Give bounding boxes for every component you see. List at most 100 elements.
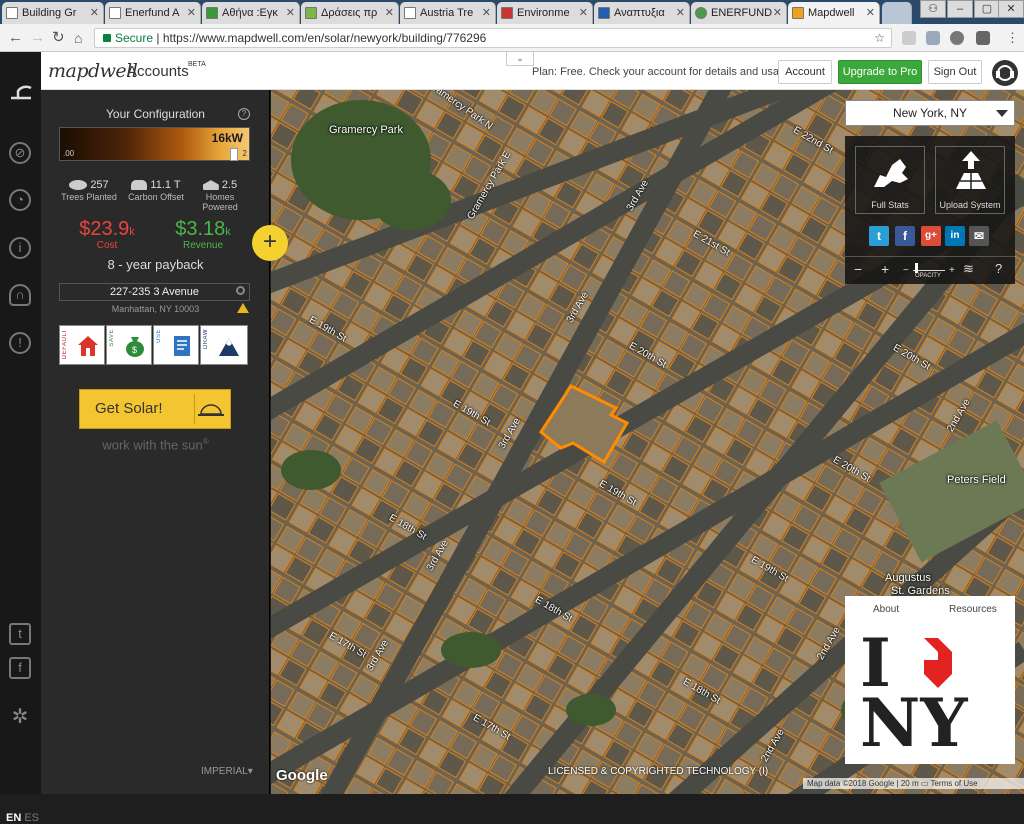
browser-tab-active[interactable]: Mapdwell ✕ <box>788 2 880 24</box>
cost-label: Cost <box>96 240 118 251</box>
revenue-label: Revenue <box>182 240 224 251</box>
revenue-unit: k <box>225 226 231 238</box>
extension-icon[interactable] <box>950 31 964 45</box>
tab-label: Building Gr <box>22 7 77 19</box>
get-solar-button[interactable]: Get Solar! <box>79 389 231 429</box>
mode-label: SAVE <box>109 329 115 347</box>
upload-system-button[interactable]: Upload System <box>935 146 1005 214</box>
browser-tab[interactable]: Αναπτυξια ✕ <box>594 2 690 24</box>
close-icon[interactable]: ✕ <box>385 6 394 19</box>
help-icon[interactable]: ? <box>995 261 1002 276</box>
opacity-controls: − + − OPACITY + ≋ ? <box>845 256 1015 284</box>
browser-tab[interactable]: ENERFUND ✕ <box>691 2 787 24</box>
slider-handle[interactable] <box>230 148 238 161</box>
close-icon[interactable]: ✕ <box>676 6 685 19</box>
google-plus-icon[interactable]: g+ <box>921 226 941 246</box>
browser-tab[interactable]: Austria Tre ✕ <box>400 2 496 24</box>
close-icon[interactable]: ✕ <box>866 6 875 19</box>
close-window-icon[interactable]: ✕ <box>998 0 1024 18</box>
mapdwell-logo[interactable]: mapdwell <box>48 60 138 82</box>
revenue-value: $3.18k <box>168 218 238 241</box>
units-select[interactable]: IMPERIAL▾ <box>201 766 253 777</box>
browser-tab[interactable]: Environme ✕ <box>497 2 593 24</box>
address-input[interactable]: 227-235 3 Avenue <box>59 283 250 301</box>
alert-icon[interactable]: ! <box>9 332 31 354</box>
extension-icon[interactable] <box>902 31 916 45</box>
browser-tab[interactable]: Αθήνα :Εγκ ✕ <box>202 2 300 24</box>
menu-icon[interactable]: ⋮ <box>1006 29 1019 47</box>
opacity-slider[interactable] <box>913 263 945 273</box>
back-icon[interactable]: ← <box>8 29 23 47</box>
about-link[interactable]: About <box>873 604 899 615</box>
close-icon[interactable]: ✕ <box>286 6 295 19</box>
sign-out-button[interactable]: Sign Out <box>928 60 982 84</box>
opacity-handle[interactable] <box>915 263 918 273</box>
solar-upload-icon <box>956 151 986 189</box>
twitter-icon[interactable]: t <box>869 226 889 246</box>
warning-icon[interactable] <box>237 303 249 313</box>
download-icon[interactable] <box>926 31 940 45</box>
extension-icon[interactable] <box>976 31 990 45</box>
linkedin-icon[interactable]: in <box>945 226 965 246</box>
trees-label: Trees Planted <box>61 192 117 202</box>
settings-icon[interactable]: ✲ <box>9 707 31 730</box>
cost-value: $23.9k <box>77 218 137 241</box>
reload-icon[interactable]: ↻ <box>52 29 65 47</box>
lang-es[interactable]: ES <box>24 812 39 824</box>
close-icon[interactable]: ✕ <box>187 6 196 19</box>
browser-tab[interactable]: Enerfund A ✕ <box>105 2 201 24</box>
search-icon[interactable] <box>236 286 245 295</box>
gauge-icon[interactable]: ◔ <box>9 189 31 211</box>
mode-save-button[interactable]: SAVE $ <box>106 325 152 365</box>
minimize-icon[interactable]: – <box>947 0 973 18</box>
new-tab-button[interactable] <box>882 2 912 24</box>
email-icon[interactable]: ✉ <box>969 226 989 246</box>
browser-tab[interactable]: Δράσεις πρ ✕ <box>301 2 399 24</box>
compass-icon[interactable]: ⊘ <box>9 142 31 164</box>
resources-link[interactable]: Resources <box>949 604 997 615</box>
trees-icon <box>69 180 88 191</box>
mode-label: DRAW <box>203 329 209 350</box>
facebook-icon[interactable]: f <box>9 657 31 679</box>
star-icon[interactable]: ☆ <box>874 29 885 47</box>
mode-default-button[interactable]: DEFAULT <box>59 325 105 365</box>
mode-use-button[interactable]: USE <box>153 325 199 365</box>
upgrade-button[interactable]: Upgrade to Pro <box>838 60 922 84</box>
chevron-down-icon[interactable]: ⌄ <box>506 52 534 66</box>
close-icon[interactable]: ✕ <box>579 6 588 19</box>
browser-tab[interactable]: Building Gr ✕ <box>2 2 104 24</box>
add-button[interactable]: + <box>252 225 288 261</box>
chat-icon[interactable] <box>992 60 1018 86</box>
close-icon[interactable]: ✕ <box>90 6 99 19</box>
tab-label: Αθήνα :Εγκ <box>222 7 278 19</box>
opacity-decrease-icon[interactable]: − <box>903 265 909 276</box>
terms-link[interactable]: Terms of Use <box>930 779 977 788</box>
twitter-icon[interactable]: t <box>9 623 31 645</box>
close-icon[interactable]: ✕ <box>773 6 782 19</box>
city-select[interactable]: New York, NY <box>845 100 1015 126</box>
help-icon[interactable]: ? <box>238 108 250 120</box>
full-stats-button[interactable]: Full Stats <box>855 146 925 214</box>
home-icon[interactable]: ⌂ <box>74 29 82 47</box>
kw-slider[interactable]: 16kW .00 2 <box>59 127 250 161</box>
forward-icon[interactable]: → <box>30 29 45 47</box>
info-icon[interactable]: i <box>9 237 31 259</box>
language-switch[interactable]: EN ES <box>6 812 39 824</box>
zoom-out-icon[interactable]: − <box>854 261 862 277</box>
kw-value: 16kW <box>211 131 243 145</box>
facebook-icon[interactable]: f <box>895 226 915 246</box>
support-icon[interactable]: ∩ <box>9 284 31 306</box>
user-icon[interactable]: ⚇ <box>920 0 946 18</box>
mode-draw-button[interactable]: DRAW <box>200 325 248 365</box>
license-text: LICENSED & COPYRIGHTED TECHNOLOGY (I) <box>548 766 769 777</box>
url-input[interactable]: Secure | https://www.mapdwell.com/en/sol… <box>94 28 892 48</box>
opacity-increase-icon[interactable]: + <box>949 265 955 276</box>
maximize-icon[interactable]: ▢ <box>974 0 1000 18</box>
layers-icon[interactable]: ≋ <box>963 261 974 277</box>
lang-en[interactable]: EN <box>6 812 21 824</box>
close-icon[interactable]: ✕ <box>482 6 491 19</box>
sun-dial-icon[interactable] <box>6 76 36 106</box>
account-button[interactable]: Account <box>778 60 832 84</box>
place-label: Gramercy Park <box>329 124 403 136</box>
zoom-in-icon[interactable]: + <box>881 261 889 277</box>
